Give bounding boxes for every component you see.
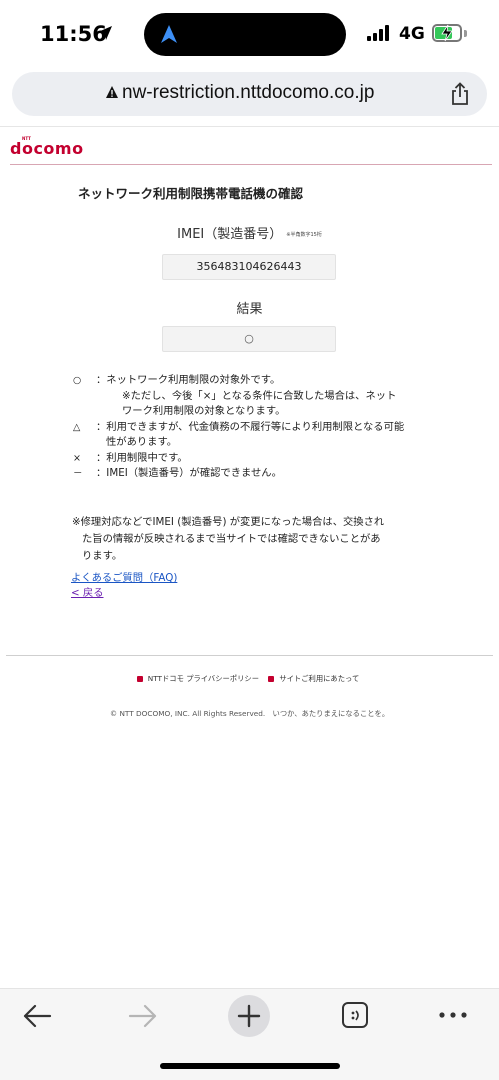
tabs-icon[interactable] — [341, 1001, 369, 1029]
charging-bolt-icon — [441, 24, 453, 42]
dynamic-island — [144, 13, 346, 56]
faq-link[interactable]: よくあるご質問（FAQ) — [71, 569, 177, 584]
legend-text: 性があります。 — [106, 436, 178, 448]
toolbar-divider — [0, 126, 499, 127]
navigation-arrow-icon — [161, 25, 177, 43]
note-line: た旨の情報が反映されるまで当サイトでは確認できないことがあ — [82, 533, 381, 545]
back-link[interactable]: < 戻る — [71, 584, 104, 599]
battery-cap — [464, 30, 467, 37]
copyright: © NTT DOCOMO, INC. All Rights Reserved. … — [109, 709, 390, 718]
imei-label-text: IMEI（製造番号） — [177, 227, 283, 242]
url-text: nw-restriction.nttdocomo.co.jp — [122, 82, 375, 103]
privacy-policy-link[interactable]: NTTドコモ プライバシーポリシー — [148, 674, 259, 683]
legend-item: ○ ：ネットワーク利用制限の対象外です。 — [72, 373, 426, 389]
legend-text: ※ただし、今後「×」となる条件に合致した場合は、ネット — [122, 389, 397, 402]
result-field: ○ — [162, 326, 336, 352]
new-tab-button[interactable] — [228, 995, 270, 1037]
imei-hint: ※半角数字15桁 — [286, 232, 322, 238]
legend-text: ワーク利用制限の対象となります。 — [122, 405, 286, 417]
plus-icon — [237, 1004, 261, 1028]
imei-label: IMEI（製造番号） ※半角数字15桁 — [0, 223, 499, 242]
legend-symbol: × — [73, 452, 81, 464]
imei-change-note: ※修理対応などでIMEI (製造番号) が変更になった場合は、交換され た旨の情… — [72, 514, 428, 565]
result-label: 結果 — [236, 302, 263, 317]
footer-divider — [6, 655, 493, 656]
legend-item: ワーク利用制限の対象となります。 — [72, 404, 426, 420]
warning-triangle-icon — [106, 86, 118, 98]
signal-strength-icon — [367, 25, 389, 41]
legend-symbol: ○ — [73, 375, 82, 386]
header-divider — [10, 164, 492, 165]
more-options-icon[interactable] — [438, 1011, 468, 1019]
legend-text: ：ネットワーク利用制限の対象外です。 — [96, 374, 281, 386]
share-icon[interactable] — [449, 82, 471, 106]
legend-symbol: － — [73, 468, 83, 479]
network-type: 4G — [399, 24, 425, 44]
legend-item: ※ただし、今後「×」となる条件に合致した場合は、ネット — [72, 389, 426, 405]
docomo-logo[interactable]: docomo — [10, 139, 84, 158]
legend-text: ：利用できますが、代金債務の不履行等により利用制限となる可能 — [96, 420, 405, 433]
home-indicator — [160, 1063, 340, 1069]
legend-text: ：利用制限中です。 — [96, 451, 188, 464]
status-bar: 11:56 4G — [0, 0, 499, 70]
legend-item: 性があります。 — [72, 435, 426, 451]
back-arrow-icon[interactable] — [22, 1003, 52, 1029]
address-bar[interactable]: nw-restriction.nttdocomo.co.jp — [12, 72, 487, 116]
legend-item: △ ：利用できますが、代金債務の不履行等により利用制限となる可能 — [72, 420, 426, 436]
legend-symbol: △ — [73, 421, 81, 433]
note-line: ※修理対応などでIMEI (製造番号) が変更になった場合は、交換され — [72, 516, 385, 528]
forward-arrow-icon[interactable] — [128, 1003, 158, 1029]
location-arrow-icon — [98, 26, 112, 40]
page-title: ネットワーク利用制限携帯電話機の確認 — [78, 186, 304, 201]
site-terms-link[interactable]: サイトご利用にあたって — [279, 674, 359, 683]
imei-field[interactable]: 356483104626443 — [162, 254, 336, 280]
legend-item: － ：IMEI（製造番号）が確認できません。 — [72, 466, 426, 482]
bullet-square-icon — [136, 676, 143, 682]
legend-item: × ：利用制限中です。 — [72, 451, 426, 467]
legend-text: ：IMEI（製造番号）が確認できません。 — [96, 467, 282, 479]
bullet-square-icon — [268, 676, 275, 682]
footer-links: NTTドコモ プライバシーポリシー サイトご利用にあたって — [0, 674, 499, 684]
legend: ○ ：ネットワーク利用制限の対象外です。 ※ただし、今後「×」となる条件に合致し… — [72, 373, 426, 482]
note-line: ります。 — [82, 550, 123, 562]
